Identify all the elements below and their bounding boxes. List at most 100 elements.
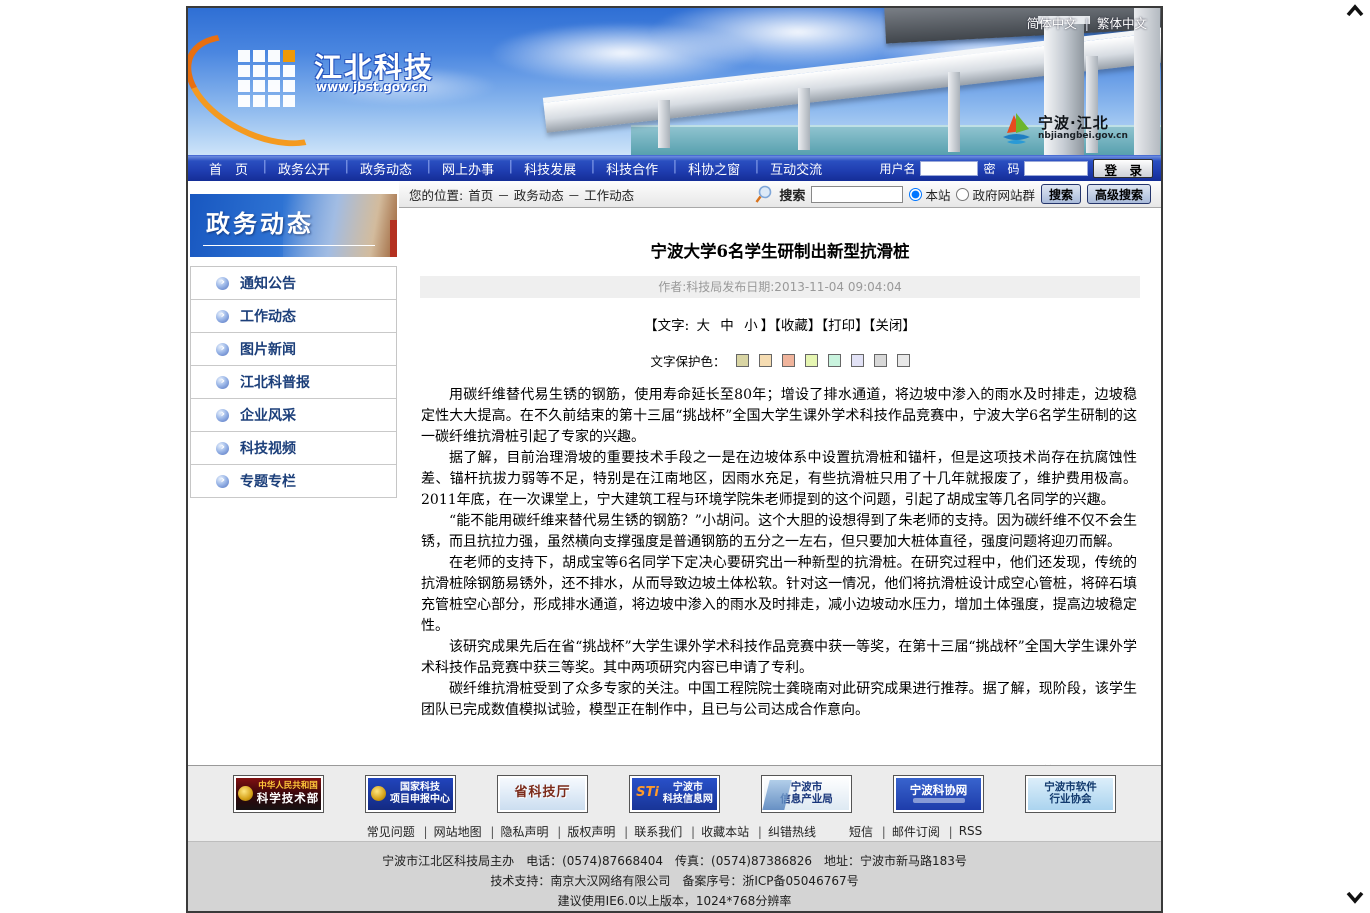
partner-logo-info-industry-bureau[interactable]: 宁波市信息产业局 [761, 775, 852, 813]
close-button[interactable]: 【关闭】 [869, 318, 916, 334]
radio-gov-group[interactable]: 政府网站群 [956, 185, 1035, 204]
arrow-bullet-icon [216, 310, 229, 323]
partner-logo-software-association[interactable]: 宁波市软件行业协会 [1025, 775, 1116, 813]
scroll-down-icon[interactable] [1346, 890, 1364, 905]
site-banner: 简体中文|繁体中文 江北科技 www.jbst.gov.cn 宁波·江 [188, 8, 1161, 155]
arrow-bullet-icon [216, 376, 229, 389]
font-size-medium-button[interactable]: 中 [720, 318, 734, 334]
sidebar-item-notices[interactable]: 通知公告 [191, 267, 396, 300]
sidebar-header: 政务动态 [190, 194, 397, 257]
protect-color-label: 文字保护色： [650, 351, 725, 370]
partner-logo-most[interactable]: 中华人民共和国科学技术部 [233, 775, 324, 813]
protect-color-swatch[interactable] [851, 354, 864, 367]
copyright-line-host: 宁波市江北区科技局主办 电话：(0574)87668404 传真：(0574)8… [188, 851, 1161, 871]
footer-link-sitemap[interactable]: 网站地图 [434, 823, 495, 840]
username-input[interactable] [920, 161, 978, 176]
arrow-bullet-icon [216, 409, 229, 422]
gov-group-radio[interactable] [956, 188, 969, 201]
sidebar-item-special-topics[interactable]: 专题专栏 [191, 465, 396, 498]
nav-item-online-service[interactable]: 网上办事 [427, 159, 509, 178]
nav-item-interaction[interactable]: 互动交流 [755, 159, 837, 178]
sidebar: 政务动态 通知公告 工作动态 图片新闻 江北科普报 企业风采 科技视频 专题专栏 [188, 181, 399, 765]
protect-color-swatch[interactable] [736, 354, 749, 367]
this-site-radio[interactable] [909, 188, 922, 201]
national-emblem-icon [371, 786, 386, 801]
footer-link-error-hotline[interactable]: 纠错热线 [768, 823, 816, 840]
nav-item-tech-dev[interactable]: 科技发展 [509, 159, 591, 178]
footer-link-sms[interactable]: 短信 [849, 823, 886, 840]
password-input[interactable] [1024, 161, 1088, 176]
page-container: 简体中文|繁体中文 江北科技 www.jbst.gov.cn 宁波·江 [186, 6, 1163, 913]
footer-links: 常见问题 网站地图 隐私声明 版权声明 联系我们 收藏本站 纠错热线 短信 邮件… [188, 821, 1161, 841]
print-button[interactable]: 【打印】 [821, 318, 868, 334]
protect-color-swatch[interactable] [759, 354, 772, 367]
partner-logo-ningbo-kexie[interactable]: 宁波科协网 [893, 775, 984, 813]
article-title: 宁波大学6名学生研制出新型抗滑桩 [399, 238, 1161, 262]
breadcrumb-label: 您的位置: [409, 185, 463, 204]
partner-logo-provincial-st-dept[interactable]: 省科技厅 [497, 775, 588, 813]
search-label: 搜索 [779, 185, 805, 204]
login-button[interactable]: 登 录 [1093, 159, 1153, 178]
footer-link-faq[interactable]: 常见问题 [367, 823, 428, 840]
main-navigation: 首 页 政务公开 政务动态 网上办事 科技发展 科技合作 科协之窗 互动交流 用… [188, 155, 1161, 181]
protect-color-swatch[interactable] [874, 354, 887, 367]
url-bar-decoration [913, 798, 965, 803]
font-size-small-button[interactable]: 小 [744, 318, 758, 334]
article: 宁波大学6名学生研制出新型抗滑桩 作者:科技局发布日期:2013-11-04 0… [399, 208, 1161, 781]
national-emblem-icon [238, 786, 253, 801]
nav-item-gov-open[interactable]: 政务公开 [263, 159, 345, 178]
simplified-chinese-link[interactable]: 简体中文 [1027, 16, 1077, 31]
breadcrumb-search-bar: 您的位置: 首页政务动态工作动态 搜索 本站 [399, 181, 1161, 208]
favorite-button[interactable]: 【收藏】 [774, 318, 821, 334]
footer-link-privacy[interactable]: 隐私声明 [500, 823, 561, 840]
article-paragraph: 在老师的支持下，胡成宝等6名同学下定决心要研究出一种新型的抗滑桩。在研究过程中，… [421, 553, 1137, 637]
sidebar-item-science-report[interactable]: 江北科普报 [191, 366, 396, 399]
article-body: 用碳纤维替代易生锈的钢筋，使用寿命延长至80年；增设了排水通道，将边坡中渗入的雨… [421, 385, 1137, 721]
password-label: 密 码 [983, 160, 1019, 177]
nav-item-association[interactable]: 科协之窗 [673, 159, 755, 178]
sidebar-item-work-news[interactable]: 工作动态 [191, 300, 396, 333]
search-button[interactable]: 搜索 [1041, 184, 1081, 204]
breadcrumb-gov-news[interactable]: 政务动态 [514, 188, 584, 203]
sidebar-menu: 通知公告 工作动态 图片新闻 江北科普报 企业风采 科技视频 专题专栏 [190, 266, 397, 498]
radio-this-site[interactable]: 本站 [909, 185, 950, 204]
ningbo-jiangbei-title: 宁波·江北 [1038, 116, 1128, 132]
arrow-bullet-icon [216, 442, 229, 455]
sidebar-item-tech-video[interactable]: 科技视频 [191, 432, 396, 465]
site-logo[interactable]: 江北科技 www.jbst.gov.cn [196, 28, 496, 138]
nav-item-home[interactable]: 首 页 [194, 159, 263, 178]
sidebar-red-decoration [390, 220, 397, 257]
copyright-line-browser: 建议使用IE6.0以上版本，1024*768分辨率 [188, 891, 1161, 911]
nav-item-tech-coop[interactable]: 科技合作 [591, 159, 673, 178]
scroll-up-icon[interactable] [1346, 3, 1364, 18]
browser-viewport: 简体中文|繁体中文 江北科技 www.jbst.gov.cn 宁波·江 [0, 0, 1370, 913]
search-zone: 搜索 本站 政府网站群 搜索 高级搜索 [755, 184, 1151, 204]
text-protect-color-row: 文字保护色： [399, 351, 1161, 370]
footer-link-copyright[interactable]: 版权声明 [567, 823, 628, 840]
login-area: 用户名 密 码 登 录 [879, 159, 1161, 178]
sidebar-item-photo-news[interactable]: 图片新闻 [191, 333, 396, 366]
advanced-search-button[interactable]: 高级搜索 [1087, 184, 1151, 204]
partner-logo-ningbo-st-info[interactable]: STi 宁波市科技信息网 [629, 775, 720, 813]
nav-item-gov-news[interactable]: 政务动态 [345, 159, 427, 178]
footer-link-contact[interactable]: 联系我们 [634, 823, 695, 840]
ningbo-jiangbei-logo[interactable]: 宁波·江北 nbjiangbei.gov.cn [999, 106, 1151, 152]
font-size-large-button[interactable]: 大 [697, 318, 711, 334]
traditional-chinese-link[interactable]: 繁体中文 [1097, 16, 1147, 31]
breadcrumb-home[interactable]: 首页 [468, 188, 513, 203]
protect-color-swatch[interactable] [805, 354, 818, 367]
magnifier-icon [755, 185, 773, 204]
search-input[interactable] [811, 186, 903, 203]
partner-logo-national-project-center[interactable]: 国家科技项目申报中心 [365, 775, 456, 813]
article-paragraph: 该研究成果先后在省“挑战杯”大学生课外学术科技作品竞赛中获一等奖，在第十三届“挑… [421, 637, 1137, 679]
sidebar-item-enterprise[interactable]: 企业风采 [191, 399, 396, 432]
protect-color-swatch[interactable] [782, 354, 795, 367]
article-paragraph: 据了解，目前治理滑坡的重要技术手段之一是在边坡体系中设置抗滑桩和锚杆，但是这项技… [421, 448, 1137, 511]
footer-link-mail-subscribe[interactable]: 邮件订阅 [892, 823, 953, 840]
breadcrumb-work-news[interactable]: 工作动态 [584, 188, 634, 203]
protect-color-swatch[interactable] [897, 354, 910, 367]
bridge-pier-decoration [948, 72, 960, 152]
protect-color-swatch[interactable] [828, 354, 841, 367]
footer-link-favorite[interactable]: 收藏本站 [701, 823, 762, 840]
footer-link-rss[interactable]: RSS [959, 824, 983, 838]
